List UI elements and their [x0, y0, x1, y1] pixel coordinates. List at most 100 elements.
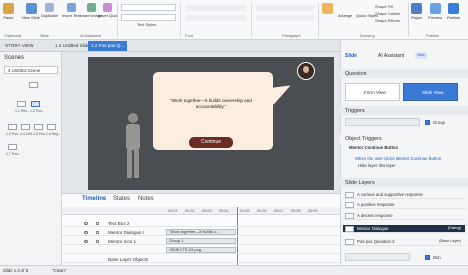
new-slide-button[interactable]: New Slide	[22, 3, 40, 20]
shapes-icon	[322, 3, 333, 14]
lock-icon[interactable]	[96, 240, 99, 243]
mentor-face-icon	[303, 66, 309, 73]
timeline-row[interactable]	[62, 219, 340, 227]
tab-notes[interactable]: Notes	[138, 196, 154, 202]
trigger-action[interactable]: Hide layer this layer	[358, 163, 396, 168]
layer-item-selected[interactable]: Mentor Dialogue (Dialog)	[343, 225, 465, 233]
dim-checkbox[interactable]	[425, 255, 430, 260]
eye-icon[interactable]	[84, 222, 88, 225]
timeline-tick: 00:04	[219, 209, 229, 213]
scene-thumb-label: 1.2 Pos...	[30, 109, 45, 113]
group-label-clipboard: Clipboard	[4, 33, 22, 38]
mentor-continue-button[interactable]: Continue	[189, 137, 233, 148]
layer-item[interactable]: A punitive response	[343, 201, 465, 209]
ribbon-separator	[251, 3, 252, 37]
scene-thumb[interactable]	[21, 124, 30, 130]
group-checkbox[interactable]	[425, 120, 430, 125]
text-styles-button[interactable]: Text Styles	[137, 22, 156, 27]
tab-states[interactable]: States	[113, 196, 130, 202]
scene-thumb[interactable]	[17, 101, 26, 107]
scene-thumb[interactable]	[47, 124, 56, 130]
timeline-row[interactable]	[62, 255, 340, 263]
layer-note: (Dialog)	[447, 226, 461, 230]
trigger-condition[interactable]: When the user clicks Mentor Continue But…	[355, 156, 441, 161]
layer-thumb	[345, 192, 354, 198]
timeline-tick: 00:08	[291, 209, 301, 213]
font-color-tools[interactable]	[186, 15, 246, 21]
layer-label: A punitive response	[357, 202, 395, 207]
shape-fill-button[interactable]: Shape Fill	[375, 4, 393, 9]
shapes-button[interactable]	[322, 3, 333, 14]
alignment-tools[interactable]	[256, 15, 314, 21]
timeline-bar[interactable]: "Work together—it builds o...	[166, 229, 236, 235]
tab-story-view[interactable]: STORY VIEW	[2, 41, 37, 51]
image-icon	[86, 3, 96, 12]
timeline-bar[interactable]: OBJECTS-15.png	[166, 247, 236, 253]
group-label-paragraph: Paragraph	[282, 33, 301, 38]
timeline-bar[interactable]: Group 1	[166, 238, 236, 244]
timeline-row-label: Mentor Icon 1	[108, 239, 137, 244]
scene-thumb-label: 1.3 Pos...	[6, 132, 21, 136]
lock-icon[interactable]	[96, 231, 99, 234]
arrange-button[interactable]: Arrange	[338, 13, 352, 18]
font-format-tools[interactable]	[186, 5, 246, 11]
insert-quiz-button[interactable]: Insert Quiz	[98, 3, 117, 18]
scene-thumb-label: 1.7 Pos...	[6, 152, 21, 156]
scene-thumb-label: 1.1 Res...	[15, 109, 30, 113]
layer-item-base[interactable]: Pos pos Question 2 (Base Layer)	[343, 238, 465, 246]
duplicate-button[interactable]: Duplicate	[41, 3, 58, 18]
scene-thumb[interactable]	[8, 144, 17, 150]
timeline-tick: 00:07	[274, 209, 284, 213]
layer-toolbar[interactable]	[345, 253, 410, 261]
ribbon: Paste New Slide Duplicate Insert Text In…	[0, 0, 468, 40]
quiz-icon	[103, 3, 113, 12]
font-size-select[interactable]	[121, 14, 176, 21]
layer-item[interactable]: A curious and supportive response	[343, 191, 465, 199]
tab-pos-pos-question[interactable]: 1.2 Pos pos Q...	[88, 41, 127, 51]
mentor-dialogue-text: "Work together—it builds ownership and a…	[170, 98, 252, 109]
group-label-slide: Slide	[40, 33, 49, 38]
eye-icon[interactable]	[84, 240, 88, 243]
tab-untitled-slide[interactable]: 1.4 Untitled Slide	[52, 41, 93, 51]
scene-thumb[interactable]	[31, 101, 40, 107]
insert-text-button[interactable]: Insert Text	[62, 3, 80, 18]
preview-icon	[429, 3, 441, 14]
form-view-button[interactable]: Form View	[345, 83, 400, 101]
timeline-tick: 00:05	[240, 209, 250, 213]
layer-thumb	[345, 202, 354, 208]
trigger-toolbar[interactable]	[345, 118, 420, 126]
timeline-tick: 00:09	[308, 209, 318, 213]
tab-timeline[interactable]: Timeline	[82, 196, 106, 202]
group-label-drawing: Drawing	[360, 33, 375, 38]
lock-icon[interactable]	[96, 222, 99, 225]
preview-button[interactable]: Preview	[428, 3, 442, 20]
scene-thumb[interactable]	[8, 124, 17, 130]
scene-thumb[interactable]	[29, 82, 38, 88]
slide-layers-header: Slide Layers	[340, 178, 468, 187]
tab-ai-assistant[interactable]: AI Assistant	[378, 53, 404, 59]
layer-label: A decent response	[357, 213, 393, 218]
layer-label: Pos pos Question 2	[357, 239, 395, 244]
timeline-row-label: Text Box 2	[108, 221, 130, 226]
duplicate-icon	[44, 3, 54, 12]
player-button[interactable]: Player	[411, 3, 422, 20]
publish-button[interactable]: Publish	[447, 3, 460, 20]
paragraph-tools[interactable]	[256, 5, 314, 11]
shape-outline-button[interactable]: Shape Outline	[375, 11, 400, 16]
shape-effects-button[interactable]: Shape Effects	[375, 18, 400, 23]
layer-item[interactable]: A decent response	[343, 212, 465, 220]
font-family-select[interactable]	[121, 4, 176, 11]
timeline-tick: 00:02	[185, 209, 195, 213]
publish-icon	[448, 3, 460, 14]
paste-button[interactable]: Paste	[3, 3, 14, 20]
eye-icon[interactable]	[84, 231, 88, 234]
new-slide-icon	[25, 3, 37, 14]
scene-selector[interactable]: 4 Untitled Scene	[4, 66, 58, 74]
group-label-ai: AI Assistant	[80, 33, 101, 38]
slide-view-button[interactable]: Slide View	[403, 83, 458, 101]
timeline-tick: 00:03	[202, 209, 212, 213]
layer-thumb	[345, 226, 354, 232]
scene-thumb[interactable]	[34, 124, 43, 130]
scene-thumb-label: 1.6 Neg...	[46, 132, 62, 136]
tab-slide-properties[interactable]: Slide	[345, 53, 357, 59]
